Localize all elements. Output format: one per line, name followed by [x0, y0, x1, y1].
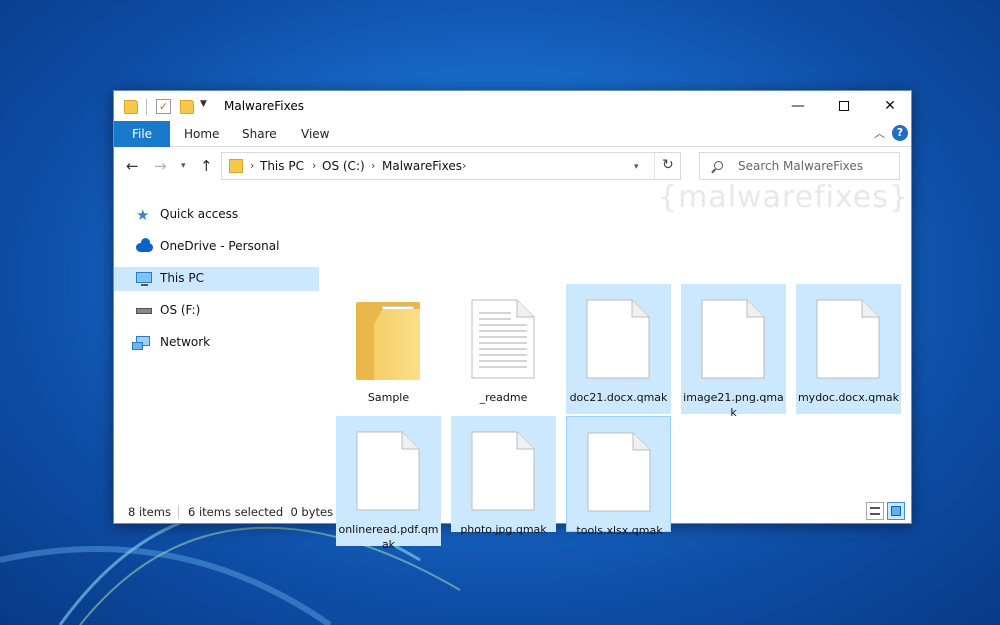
back-arrow-icon[interactable]: ←: [126, 157, 139, 175]
up-arrow-icon[interactable]: ↑: [200, 157, 213, 175]
status-separator: [178, 505, 179, 519]
file-item-doc21[interactable]: doc21.docx.qmak: [566, 284, 671, 414]
expand-ribbon-icon[interactable]: ︿: [874, 125, 885, 141]
folder-icon: [124, 100, 138, 114]
file-name: tools.xlsx.qmak: [576, 524, 663, 537]
file-name: onlineread.pdf.qmak: [338, 523, 439, 551]
chevron-right-icon[interactable]: ›: [462, 159, 466, 172]
sidebar-item-label: OS (F:): [160, 303, 201, 317]
file-item-onlineread[interactable]: onlineread.pdf.qmak: [336, 416, 441, 551]
sidebar-item-this-pc[interactable]: This PC: [114, 267, 319, 291]
sidebar-item-os-f[interactable]: OS (F:): [114, 299, 319, 323]
file-item-image21[interactable]: image21.png.qmak: [681, 284, 786, 419]
sidebar-item-label: Quick access: [160, 207, 239, 221]
drive-icon: [136, 308, 152, 314]
file-item-sample[interactable]: Sample: [336, 284, 441, 414]
large-icons-view-button[interactable]: [887, 502, 905, 520]
help-icon[interactable]: ?: [892, 125, 908, 141]
address-separator: [654, 153, 655, 179]
search-icon: [714, 161, 723, 170]
breadcrumb-os-c[interactable]: OS (C:): [322, 159, 365, 173]
large-icons-view-icon: [891, 506, 901, 516]
ribbon-tabs: File Home Share View ︿ ?: [114, 121, 911, 147]
title-bar: ✓ ▼ MalwareFixes — ✕: [114, 91, 911, 121]
breadcrumb-this-pc[interactable]: This PC: [260, 159, 304, 173]
status-bar: 8 items 6 items selected 0 bytes: [114, 499, 911, 523]
sidebar-item-onedrive[interactable]: OneDrive - Personal: [114, 235, 319, 259]
refresh-icon[interactable]: ↻: [662, 157, 674, 173]
star-icon: ★: [136, 206, 150, 224]
sidebar-item-network[interactable]: Network: [114, 331, 319, 355]
recent-locations-chevron-icon[interactable]: ▾: [181, 161, 186, 171]
maximize-icon: [839, 101, 849, 111]
details-view-button[interactable]: [866, 502, 884, 520]
network-icon: [132, 336, 150, 350]
close-button[interactable]: ✕: [867, 91, 913, 121]
cloud-icon: [136, 238, 153, 252]
file-name: mydoc.docx.qmak: [797, 391, 900, 404]
sidebar-item-label: Network: [160, 335, 211, 349]
breadcrumb-malwarefixes[interactable]: MalwareFixes: [382, 159, 462, 173]
file-item-readme[interactable]: _readme: [451, 284, 556, 414]
file-explorer-window: ✓ ▼ MalwareFixes — ✕ File Home Share Vie…: [113, 90, 913, 551]
text-document-icon: [471, 299, 535, 379]
details-view-icon: [870, 507, 880, 515]
item-count: 8 items: [128, 505, 171, 519]
search-box[interactable]: Search MalwareFixes: [699, 152, 900, 180]
selection-info: 6 items selected 0 bytes: [188, 505, 334, 519]
blank-file-icon: [701, 299, 765, 379]
tab-file[interactable]: File: [114, 121, 170, 147]
file-item-mydoc[interactable]: mydoc.docx.qmak: [796, 284, 901, 414]
tab-home[interactable]: Home: [184, 121, 219, 147]
file-list: Sample _readme doc21.docx.qmak image21.p…: [320, 184, 913, 551]
file-name: photo.jpg.qmak: [460, 523, 547, 536]
blank-file-icon: [816, 299, 880, 379]
file-name: Sample: [367, 391, 410, 404]
maximize-button[interactable]: [821, 91, 867, 121]
sidebar-item-quick-access[interactable]: ★ Quick access: [114, 203, 319, 227]
computer-icon: [136, 272, 152, 286]
navigation-bar: ← → ▾ ↑ › This PC › OS (C:) › MalwareFix…: [114, 148, 911, 184]
file-name: _readme: [479, 391, 528, 404]
customize-toolbar-dropdown-icon[interactable]: ▼: [200, 99, 207, 109]
tab-share[interactable]: Share: [242, 121, 277, 147]
properties-check-icon[interactable]: ✓: [156, 99, 171, 114]
tab-view[interactable]: View: [301, 121, 329, 147]
chevron-right-icon[interactable]: ›: [371, 159, 375, 172]
file-name: doc21.docx.qmak: [569, 391, 668, 404]
sidebar-item-label: OneDrive - Personal: [160, 239, 280, 253]
blank-file-icon: [586, 299, 650, 379]
sidebar-item-label: This PC: [160, 271, 204, 285]
qat-separator: [146, 99, 147, 115]
window-title: MalwareFixes: [224, 99, 304, 113]
file-name: image21.png.qmak: [683, 391, 784, 419]
new-folder-icon[interactable]: [180, 100, 194, 114]
chevron-right-icon[interactable]: ›: [312, 159, 316, 172]
folder-front: [374, 309, 420, 380]
address-folder-icon: [229, 159, 243, 173]
forward-arrow-icon[interactable]: →: [154, 157, 167, 175]
chevron-right-icon[interactable]: ›: [250, 159, 254, 172]
address-history-dropdown-icon[interactable]: ▾: [634, 162, 639, 172]
minimize-button[interactable]: —: [775, 91, 821, 121]
search-input[interactable]: Search MalwareFixes: [738, 159, 863, 173]
address-bar[interactable]: › This PC › OS (C:) › MalwareFixes › ▾ ↻: [221, 152, 681, 180]
